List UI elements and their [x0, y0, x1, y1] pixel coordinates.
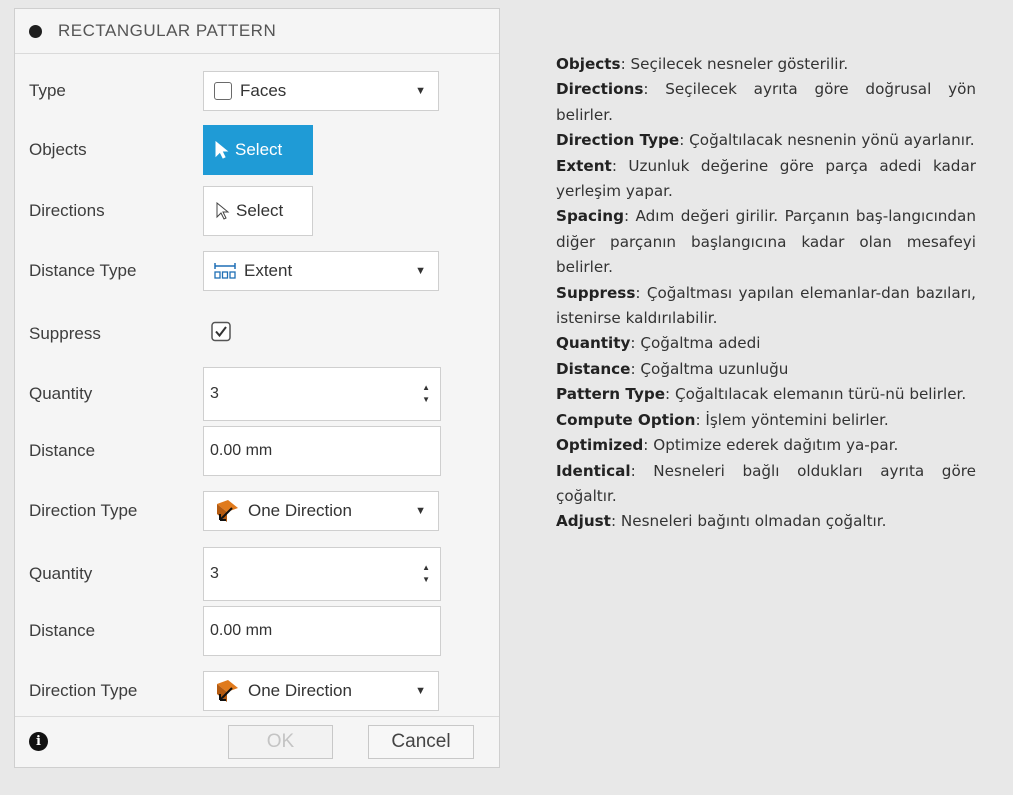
quantity-value: 3 — [210, 565, 219, 582]
direction-type-dropdown[interactable]: One Direction ▼ — [203, 491, 439, 531]
quantity-row-2: Quantity 3 ▲ ▼ — [15, 547, 499, 601]
description-compute-option: Compute Option: İşlem yöntemini belirler… — [556, 410, 889, 429]
direction-type-row-2: Direction Type One Direction ▼ — [15, 666, 499, 716]
directions-label: Directions — [29, 201, 105, 220]
quantity-label: Quantity — [29, 384, 93, 403]
directions-row: Directions Select — [15, 186, 499, 236]
distance-label: Distance — [29, 441, 96, 460]
type-row: Type Faces ▼ — [15, 66, 499, 116]
objects-label: Objects — [29, 140, 87, 159]
direction-type-dropdown-2[interactable]: One Direction ▼ — [203, 671, 439, 711]
info-icon[interactable]: i — [29, 732, 48, 751]
one-direction-icon — [214, 498, 240, 524]
description-optimized: Optimized: Optimize ederek dağıtım ya-pa… — [556, 436, 899, 455]
distance-type-label: Distance Type — [29, 261, 137, 280]
cursor-arrow-icon — [216, 202, 230, 220]
direction-type-value: One Direction — [248, 681, 352, 700]
quantity-row: Quantity 3 ▲ ▼ — [15, 367, 499, 421]
description-identical: Identical: Nesneleri bağlı oldukları ayr… — [556, 461, 976, 505]
ok-button[interactable]: OK — [228, 725, 333, 759]
cancel-button[interactable]: Cancel — [368, 725, 474, 759]
distance-input[interactable]: 0.00 mm — [203, 426, 441, 476]
type-value: Faces — [240, 81, 287, 100]
objects-select-label: Select — [235, 140, 283, 159]
chevron-down-icon: ▼ — [415, 265, 426, 277]
description-suppress: Suppress: Çoğaltması yapılan elemanlar-d… — [556, 283, 976, 328]
distance-label: Distance — [29, 621, 96, 640]
one-direction-icon — [214, 678, 240, 704]
description-text: Objects: Seçilecek nesneler gösterilir. … — [556, 52, 976, 535]
objects-row: Objects Select — [15, 125, 499, 175]
objects-select-button[interactable]: Select — [203, 125, 313, 175]
quantity-stepper-2[interactable]: 3 ▲ ▼ — [203, 547, 441, 601]
distance-row-2: Distance 0.00 mm — [15, 606, 499, 656]
description-spacing: Spacing: Adım değeri girilir. Parçanın b… — [556, 207, 976, 277]
direction-type-row: Direction Type One Direction ▼ — [15, 486, 499, 536]
chevron-down-icon: ▼ — [415, 85, 426, 97]
dialog-footer: i OK Cancel — [15, 716, 499, 767]
quantity-stepper[interactable]: 3 ▲ ▼ — [203, 367, 441, 421]
cursor-arrow-icon — [215, 141, 229, 159]
direction-type-value: One Direction — [248, 501, 352, 520]
description-distance: Distance: Çoğaltma uzunluğu — [556, 359, 789, 378]
rectangular-pattern-dialog: RECTANGULAR PATTERN Type Faces ▼ Objects… — [14, 8, 500, 768]
extent-icon — [214, 262, 236, 280]
description-adjust: Adjust: Nesneleri bağıntı olmadan çoğalt… — [556, 512, 887, 531]
dialog-header[interactable]: RECTANGULAR PATTERN — [15, 9, 499, 54]
description-objects: Objects: Seçilecek nesneler gösterilir. — [556, 55, 849, 73]
distance-type-value: Extent — [244, 261, 293, 280]
spinner-arrows-icon[interactable]: ▲ ▼ — [422, 562, 430, 586]
chevron-down-icon: ▼ — [415, 505, 426, 517]
distance-type-dropdown[interactable]: Extent ▼ — [203, 251, 439, 291]
description-extent: Extent: Uzunluk değerine göre parça aded… — [556, 156, 976, 201]
distance-input-2[interactable]: 0.00 mm — [203, 606, 441, 656]
direction-type-label: Direction Type — [29, 681, 138, 700]
type-label: Type — [29, 81, 66, 100]
direction-type-label: Direction Type — [29, 501, 138, 520]
suppress-checkbox[interactable] — [211, 321, 231, 347]
directions-select-label: Select — [236, 201, 284, 220]
directions-select-button[interactable]: Select — [203, 186, 313, 236]
quantity-value: 3 — [210, 385, 219, 402]
checkbox-icon — [214, 82, 232, 100]
distance-value: 0.00 mm — [210, 622, 273, 639]
description-pattern-type: Pattern Type: Çoğaltılacak elemanın türü… — [556, 385, 967, 404]
distance-value: 0.00 mm — [210, 442, 273, 459]
description-directions: Directions: Seçilecek ayrıta göre doğrus… — [556, 80, 976, 124]
type-dropdown[interactable]: Faces ▼ — [203, 71, 439, 111]
description-quantity: Quantity: Çoğaltma adedi — [556, 334, 761, 353]
distance-type-row: Distance Type Extent ▼ — [15, 246, 499, 296]
description-direction-type: Direction Type: Çoğaltılacak nesnenin yö… — [556, 131, 975, 150]
distance-row: Distance 0.00 mm — [15, 426, 499, 476]
suppress-row: Suppress — [15, 309, 499, 359]
dialog-title: RECTANGULAR PATTERN — [58, 21, 277, 40]
chevron-down-icon: ▼ — [415, 685, 426, 697]
quantity-label: Quantity — [29, 564, 93, 583]
spinner-arrows-icon[interactable]: ▲ ▼ — [422, 382, 430, 406]
suppress-label: Suppress — [29, 324, 101, 343]
checkbox-checked-icon — [211, 321, 231, 342]
collapse-dot-icon[interactable] — [29, 24, 42, 38]
